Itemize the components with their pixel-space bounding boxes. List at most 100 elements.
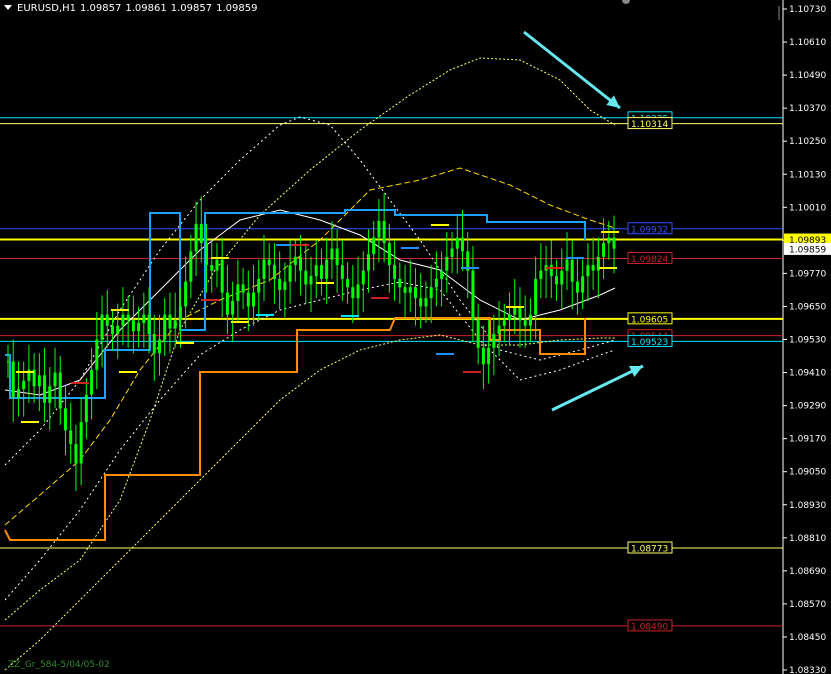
candle-body <box>252 292 256 307</box>
price-axis-label: 1.09290 <box>789 402 826 412</box>
price-tag-label: 1.08773 <box>631 544 668 554</box>
candle-body <box>325 259 329 279</box>
price-axis-label: 1.08690 <box>789 567 826 577</box>
candle-body <box>450 248 454 257</box>
candle-body <box>476 320 480 348</box>
candle-body <box>570 259 574 282</box>
open-value: 1.09857 <box>80 3 122 14</box>
candle-body <box>90 369 94 395</box>
price-axis-label: 1.10130 <box>789 170 826 180</box>
candle-body <box>413 287 417 299</box>
candle-body <box>602 243 606 257</box>
candle-body <box>205 243 209 266</box>
price-axis-label: 1.08810 <box>789 534 826 544</box>
candle-body <box>105 314 109 326</box>
candle-body <box>63 408 67 431</box>
candle-body <box>225 292 229 315</box>
candle-body <box>210 265 214 271</box>
candle-body <box>126 314 130 321</box>
price-axis-label: 1.10010 <box>789 203 826 213</box>
candle-body <box>189 251 193 282</box>
candle-body <box>304 270 308 285</box>
menu-triangle-icon[interactable] <box>4 5 12 10</box>
price-chart[interactable]: 1.103351.103141.099321.098241.096051.095… <box>0 0 831 674</box>
candle-body <box>137 322 141 332</box>
price-axis-label: 1.10490 <box>789 71 826 81</box>
candle-body <box>58 372 62 409</box>
candle-body <box>299 256 303 271</box>
candle-body <box>351 287 355 299</box>
candle-body <box>346 278 350 288</box>
candle-body <box>497 325 501 334</box>
candle-body <box>382 221 386 244</box>
candle-body <box>398 278 402 288</box>
candle-body <box>95 339 99 370</box>
candle-body <box>408 287 412 293</box>
candle-body <box>528 314 532 326</box>
candle-body <box>152 333 156 354</box>
price-axis-label: 1.09170 <box>789 435 826 445</box>
candle-body <box>199 223 203 244</box>
price-tag-label: 1.08490 <box>631 622 668 632</box>
candle-body <box>575 281 579 293</box>
candle-body <box>173 320 177 329</box>
axis-current-label: 1.09859 <box>789 245 826 255</box>
candle-body <box>330 248 334 260</box>
candle-body <box>283 281 287 290</box>
candle-body <box>231 300 235 315</box>
price-tag-label: 1.10314 <box>631 120 668 130</box>
candle-body <box>11 361 15 398</box>
candle-body <box>319 265 323 279</box>
candle-body <box>581 276 585 293</box>
candle-body <box>434 278 438 288</box>
candle-body <box>267 259 271 266</box>
candle-body <box>84 394 88 423</box>
candle-body <box>184 281 188 307</box>
candle-body <box>534 278 538 315</box>
chart-window[interactable]: 1.103351.103141.099321.098241.096051.095… <box>0 0 831 674</box>
candle-body <box>440 270 444 279</box>
price-axis-label: 1.10370 <box>789 104 826 114</box>
indicator-footer: ZZ_Gr_584-5/04/05-02 <box>8 660 110 670</box>
candle-body <box>455 237 459 249</box>
candle-body <box>272 265 276 279</box>
candle-body <box>565 259 569 271</box>
candle-body <box>194 223 198 252</box>
price-axis-label: 1.08930 <box>789 501 826 511</box>
price-axis-label: 1.09530 <box>789 336 826 346</box>
candle-body <box>508 314 512 321</box>
price-tag-label: 1.09523 <box>631 338 668 348</box>
price-axis-label: 1.09410 <box>789 369 826 379</box>
price-axis-label: 1.08570 <box>789 600 826 610</box>
candle-body <box>502 320 506 326</box>
candle-body <box>53 372 57 387</box>
candle-body <box>387 243 391 266</box>
candle-body <box>372 237 376 255</box>
candle-body <box>178 306 182 321</box>
candle-body <box>539 270 543 279</box>
candle-body <box>518 306 522 321</box>
close-value: 1.09859 <box>216 3 258 14</box>
candle-body <box>142 314 146 323</box>
candle-body <box>314 265 318 277</box>
candle-body <box>158 339 161 354</box>
candle-body <box>116 325 120 334</box>
candle-body <box>48 386 52 403</box>
candle-body <box>555 276 559 285</box>
candle-body <box>74 444 78 464</box>
candle-body <box>403 287 407 293</box>
candle-body <box>43 375 47 403</box>
candle-body <box>393 265 397 279</box>
candle-body <box>288 265 292 282</box>
candle-body <box>262 259 266 279</box>
candle-body <box>586 265 590 277</box>
price-axis-label: 1.08330 <box>789 666 826 674</box>
candle-body <box>424 298 428 307</box>
candle-body <box>293 256 297 266</box>
candle-body <box>220 259 224 293</box>
candle-body <box>560 270 564 285</box>
candle-body <box>309 276 313 285</box>
candle-body <box>445 256 449 271</box>
candle-body <box>607 237 611 244</box>
candle-body <box>241 284 245 293</box>
